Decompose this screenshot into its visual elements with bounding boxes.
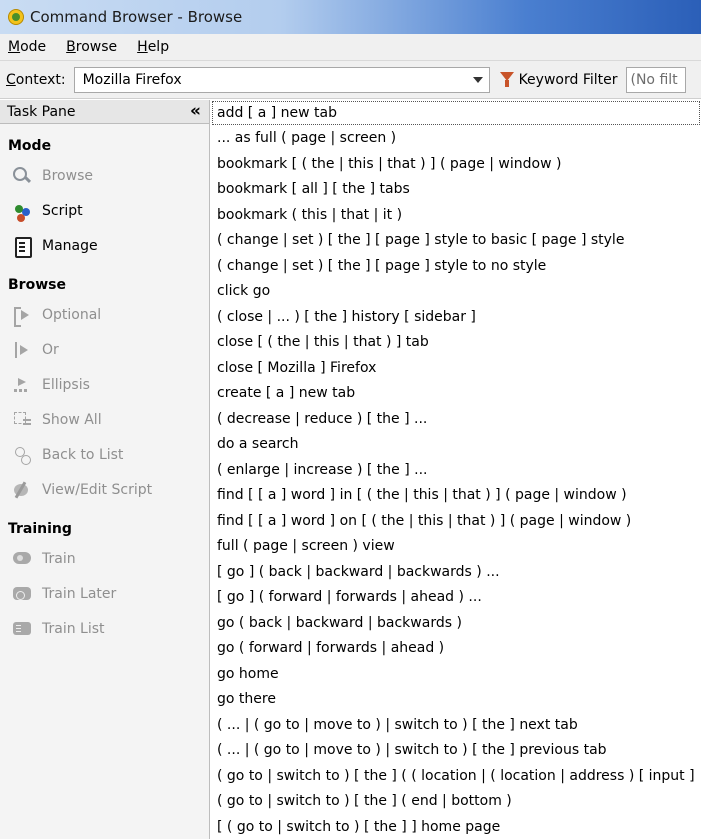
task-item-label: View/Edit Script bbox=[42, 481, 153, 498]
section-title-browse: Browse bbox=[8, 277, 66, 293]
command-row[interactable]: ( close | ... ) [ the ] history [ sideba… bbox=[211, 304, 701, 330]
command-row[interactable]: ( go to | switch to ) [ the ] ( end | bo… bbox=[211, 789, 701, 815]
command-row[interactable]: ( enlarge | increase ) [ the ] ... bbox=[211, 457, 701, 483]
task-item-view-edit-script[interactable]: View/Edit Script bbox=[0, 472, 209, 507]
command-row[interactable]: [ go ] ( forward | forwards | ahead ) ..… bbox=[211, 585, 701, 611]
task-item-label: Train Later bbox=[42, 585, 117, 602]
optional-icon bbox=[12, 305, 32, 327]
command-row[interactable]: add [ a ] new tab bbox=[211, 100, 701, 126]
command-row[interactable]: ( change | set ) [ the ] [ page ] style … bbox=[211, 228, 701, 254]
task-pane-header: Task Pane « bbox=[0, 100, 209, 124]
browse-icon bbox=[12, 166, 32, 186]
menu-browse-label: rowse bbox=[75, 39, 118, 55]
command-row[interactable]: go there bbox=[211, 687, 701, 713]
task-item-train[interactable]: Train bbox=[0, 541, 209, 576]
section-title-training: Training bbox=[8, 521, 72, 537]
keyword-filter-value: (No filt bbox=[630, 71, 678, 88]
command-row[interactable]: ( change | set ) [ the ] [ page ] style … bbox=[211, 253, 701, 279]
command-row[interactable]: bookmark [ all ] [ the ] tabs bbox=[211, 177, 701, 203]
task-item-optional[interactable]: Optional bbox=[0, 297, 209, 332]
menu-browse-accel: B bbox=[66, 39, 76, 55]
context-dropdown[interactable]: Mozilla Firefox bbox=[73, 66, 490, 93]
command-row[interactable]: close [ ( the | this | that ) ] tab bbox=[211, 330, 701, 356]
menu-help[interactable]: Help bbox=[135, 37, 171, 57]
task-pane-title: Task Pane bbox=[7, 103, 76, 120]
or-icon bbox=[12, 340, 32, 360]
window-title: Command Browser - Browse bbox=[30, 8, 243, 26]
context-label-accel: C bbox=[6, 71, 16, 88]
context-label-text: ontext: bbox=[15, 71, 66, 88]
menu-mode-label: ode bbox=[20, 39, 47, 55]
command-row[interactable]: do a search bbox=[211, 432, 701, 458]
menu-help-label: elp bbox=[147, 39, 170, 55]
keyword-filter-input[interactable]: (No filt bbox=[625, 66, 686, 93]
task-item-label: Train bbox=[42, 550, 76, 567]
task-item-back-to-list[interactable]: Back to List bbox=[0, 437, 209, 472]
task-item-label: Back to List bbox=[42, 446, 124, 463]
task-item-show-all[interactable]: Show All bbox=[0, 402, 209, 437]
menu-mode[interactable]: Mode bbox=[6, 37, 48, 57]
task-item-script[interactable]: Script bbox=[0, 193, 209, 228]
back-to-list-icon bbox=[12, 445, 32, 465]
command-row[interactable]: find [ [ a ] word ] on [ ( the | this | … bbox=[211, 508, 701, 534]
command-row[interactable]: ( ... | ( go to | move to ) | switch to … bbox=[211, 712, 701, 738]
train-later-icon bbox=[12, 584, 32, 604]
command-row[interactable]: ( go to | switch to ) [ the ] ( ( locati… bbox=[211, 763, 701, 789]
menu-bar: Mode Browse Help bbox=[0, 34, 701, 61]
title-bar: Command Browser - Browse bbox=[0, 0, 701, 34]
task-item-train-later[interactable]: Train Later bbox=[0, 576, 209, 611]
context-dropdown-value: Mozilla Firefox bbox=[82, 71, 182, 88]
command-row[interactable]: go ( back | backward | backwards ) bbox=[211, 610, 701, 636]
task-item-or[interactable]: Or bbox=[0, 332, 209, 367]
task-item-label: Optional bbox=[42, 306, 102, 323]
task-item-browse[interactable]: Browse bbox=[0, 158, 209, 193]
command-list[interactable]: add [ a ] new tab ... as full ( page | s… bbox=[211, 100, 701, 839]
context-toolbar: Context: Mozilla Firefox Keyword Filter … bbox=[0, 61, 701, 99]
task-pane: Task Pane « Mode Browse Script Manage Br… bbox=[0, 100, 210, 839]
command-row[interactable]: full ( page | screen ) view bbox=[211, 534, 701, 560]
show-all-icon bbox=[12, 410, 32, 430]
task-item-manage[interactable]: Manage bbox=[0, 228, 209, 263]
task-item-label: Script bbox=[42, 202, 83, 219]
manage-icon bbox=[12, 236, 32, 258]
ellipsis-icon bbox=[12, 375, 32, 395]
command-row[interactable]: create [ a ] new tab bbox=[211, 381, 701, 407]
task-item-label: Browse bbox=[42, 167, 93, 184]
command-row[interactable]: find [ [ a ] word ] in [ ( the | this | … bbox=[211, 483, 701, 509]
task-item-label: Ellipsis bbox=[42, 376, 90, 393]
task-item-label: Manage bbox=[42, 237, 98, 254]
menu-mode-accel: M bbox=[8, 39, 21, 55]
keyword-filter-label: Keyword Filter bbox=[518, 71, 618, 88]
app-icon bbox=[8, 9, 24, 25]
command-row[interactable]: click go bbox=[211, 279, 701, 305]
context-label: Context: bbox=[6, 72, 66, 88]
task-item-label: Show All bbox=[42, 411, 102, 428]
task-item-label: Or bbox=[42, 341, 59, 358]
command-row[interactable]: [ go ] ( back | backward | backwards ) .… bbox=[211, 559, 701, 585]
task-item-label: Train List bbox=[42, 620, 105, 637]
command-row[interactable]: ( ... | ( go to | move to ) | switch to … bbox=[211, 738, 701, 764]
script-icon bbox=[12, 201, 32, 221]
command-row[interactable]: bookmark [ ( the | this | that ) ] ( pag… bbox=[211, 151, 701, 177]
menu-help-accel: H bbox=[137, 39, 148, 55]
view-edit-script-icon bbox=[12, 480, 32, 500]
collapse-icon[interactable]: « bbox=[190, 103, 201, 120]
command-row[interactable]: [ ( go to | switch to ) [ the ] ] home p… bbox=[211, 814, 701, 839]
menu-browse[interactable]: Browse bbox=[64, 37, 119, 57]
command-row[interactable]: bookmark ( this | that | it ) bbox=[211, 202, 701, 228]
filter-icon bbox=[499, 71, 514, 88]
command-row[interactable]: go ( forward | forwards | ahead ) bbox=[211, 636, 701, 662]
command-row[interactable]: go home bbox=[211, 661, 701, 687]
section-title-mode: Mode bbox=[8, 138, 52, 154]
task-item-train-list[interactable]: Train List bbox=[0, 611, 209, 646]
command-row[interactable]: ( decrease | reduce ) [ the ] ... bbox=[211, 406, 701, 432]
chevron-down-icon[interactable] bbox=[472, 76, 483, 83]
command-row[interactable]: close [ Mozilla ] Firefox bbox=[211, 355, 701, 381]
command-row[interactable]: ... as full ( page | screen ) bbox=[211, 126, 701, 152]
train-list-icon bbox=[12, 619, 32, 639]
train-icon bbox=[12, 549, 32, 569]
task-item-ellipsis[interactable]: Ellipsis bbox=[0, 367, 209, 402]
